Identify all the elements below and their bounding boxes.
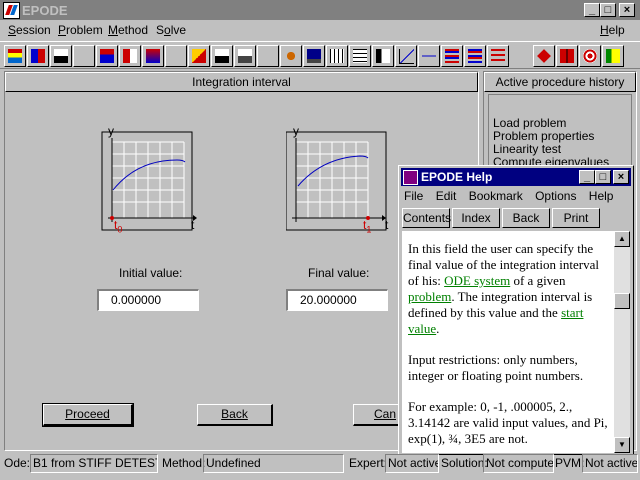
copy-icon[interactable] — [142, 45, 164, 67]
help-close-button[interactable]: × — [613, 170, 629, 184]
new-problem-icon[interactable] — [4, 45, 26, 67]
status-pvm-label: PVM: — [555, 456, 585, 470]
integration-panel-header: Integration interval — [5, 72, 478, 92]
toolbar — [0, 41, 640, 69]
bars-icon[interactable] — [464, 45, 486, 67]
status-pvm-value: Not active — [582, 454, 638, 473]
help-window: EPODE Help _ □ × File Edit Bookmark Opti… — [398, 165, 634, 455]
help-scrollbar[interactable]: ▲ ▼ — [614, 231, 630, 453]
final-value-label: Final value: — [308, 266, 370, 280]
history-list-items: Load problem Problem properties Linearit… — [493, 117, 609, 169]
menu-problem[interactable]: Problem — [58, 23, 103, 37]
initial-value-label: Initial value: — [119, 266, 183, 280]
ode-system-link[interactable]: ODE system — [444, 273, 510, 288]
final-graph-y-label: y — [293, 124, 299, 138]
help-menu-options[interactable]: Options — [535, 189, 576, 203]
help-menu-bar: File Edit Bookmark Options Help — [404, 189, 613, 203]
help-content: In this field the user can specify the f… — [402, 231, 614, 453]
final-graph-t1-label: t1 — [363, 218, 372, 235]
grid-icon[interactable] — [349, 45, 371, 67]
scroll-up-icon[interactable]: ▲ — [614, 231, 630, 247]
menu-bar: Session Problem Method Solve Help — [0, 20, 640, 40]
minimize-button[interactable]: _ — [584, 3, 600, 17]
restore-button[interactable]: □ — [600, 3, 616, 17]
chart-icon[interactable] — [372, 45, 394, 67]
back-button[interactable]: Back — [197, 404, 273, 426]
exit-icon[interactable] — [602, 45, 624, 67]
close-button[interactable]: × — [619, 3, 635, 17]
edit-icon[interactable] — [73, 45, 95, 67]
phase-plot-icon[interactable] — [418, 45, 440, 67]
print-icon[interactable] — [211, 45, 233, 67]
status-method-value: Undefined — [203, 454, 344, 473]
diamond-icon[interactable] — [533, 45, 555, 67]
help-window-title: EPODE Help — [421, 170, 493, 184]
status-expert-label: Expert: — [349, 456, 388, 470]
help-paragraph-2: Input restrictions: only numbers, intege… — [408, 352, 584, 383]
help-paragraph-3: For example: 0, -1, .000005, 2., 3.14142… — [408, 399, 608, 446]
help-title-bar: EPODE Help _ □ × — [401, 168, 631, 186]
open-problem-icon[interactable] — [27, 45, 49, 67]
status-ode-label: Ode: — [4, 456, 31, 470]
app-icon[interactable] — [3, 2, 20, 19]
final-graph-t-label: t — [385, 218, 389, 232]
help-menu-help[interactable]: Help — [589, 189, 614, 203]
initial-value-field[interactable]: 0.000000 — [97, 289, 199, 311]
person-icon-2[interactable] — [280, 45, 302, 67]
history-panel-header: Active procedure history — [484, 72, 636, 92]
monitor-icon[interactable] — [303, 45, 325, 67]
person-icon[interactable] — [234, 45, 256, 67]
final-graph: y t t1 — [285, 124, 396, 235]
table-icon[interactable] — [326, 45, 348, 67]
proceed-button[interactable]: Proceed — [42, 403, 134, 427]
status-solution-label: Solution: — [441, 456, 488, 470]
final-value-field[interactable]: 20.000000 — [286, 289, 388, 311]
status-method-label: Method: — [162, 456, 206, 470]
initial-graph-t-label: t — [191, 218, 195, 232]
pen-icon[interactable] — [165, 45, 187, 67]
equation-icon[interactable] — [96, 45, 118, 67]
menu-method[interactable]: Method — [108, 23, 148, 37]
report-icon[interactable] — [188, 45, 210, 67]
window-title: EPODE — [22, 3, 68, 18]
book-icon[interactable] — [556, 45, 578, 67]
help-menu-edit[interactable]: Edit — [436, 189, 457, 203]
initial-graph-y-label: y — [108, 124, 114, 138]
problem-link[interactable]: problem — [408, 289, 451, 304]
help-print-button[interactable]: Print — [552, 208, 600, 228]
help-menu-bookmark[interactable]: Bookmark — [469, 189, 523, 203]
menu-help[interactable]: Help — [600, 23, 625, 37]
help-menu-file[interactable]: File — [404, 189, 423, 203]
compare-icon[interactable] — [119, 45, 141, 67]
initial-graph: y t t0 — [97, 124, 207, 235]
help-contents-button[interactable]: Contents — [402, 208, 451, 228]
title-bar: EPODE _ □ × — [0, 0, 640, 20]
help-back-button[interactable]: Back — [502, 208, 550, 228]
final-graph-svg — [285, 131, 387, 231]
menu-session[interactable]: Session — [8, 23, 51, 37]
help-paragraph-1: In this field the user can specify the f… — [408, 241, 599, 336]
wave-icon[interactable] — [487, 45, 509, 67]
help-book-icon[interactable] — [403, 170, 418, 185]
help-minimize-button[interactable]: _ — [579, 170, 595, 184]
plot-icon[interactable] — [395, 45, 417, 67]
status-solution-value: Not computed — [483, 454, 554, 473]
initial-graph-t0-label: t0 — [114, 218, 123, 235]
save-problem-icon[interactable] — [50, 45, 72, 67]
status-ode-value: B1 from STIFF DETEST, li — [30, 454, 158, 473]
computer-icon[interactable] — [257, 45, 279, 67]
scroll-down-icon[interactable]: ▼ — [614, 437, 630, 453]
help-index-button[interactable]: Index — [452, 208, 500, 228]
help-restore-button[interactable]: □ — [595, 170, 611, 184]
lines-icon[interactable] — [441, 45, 463, 67]
target-icon[interactable] — [579, 45, 601, 67]
status-expert-value: Not active — [385, 454, 439, 473]
menu-solve[interactable]: Solve — [156, 23, 186, 37]
scroll-thumb[interactable] — [614, 293, 630, 309]
